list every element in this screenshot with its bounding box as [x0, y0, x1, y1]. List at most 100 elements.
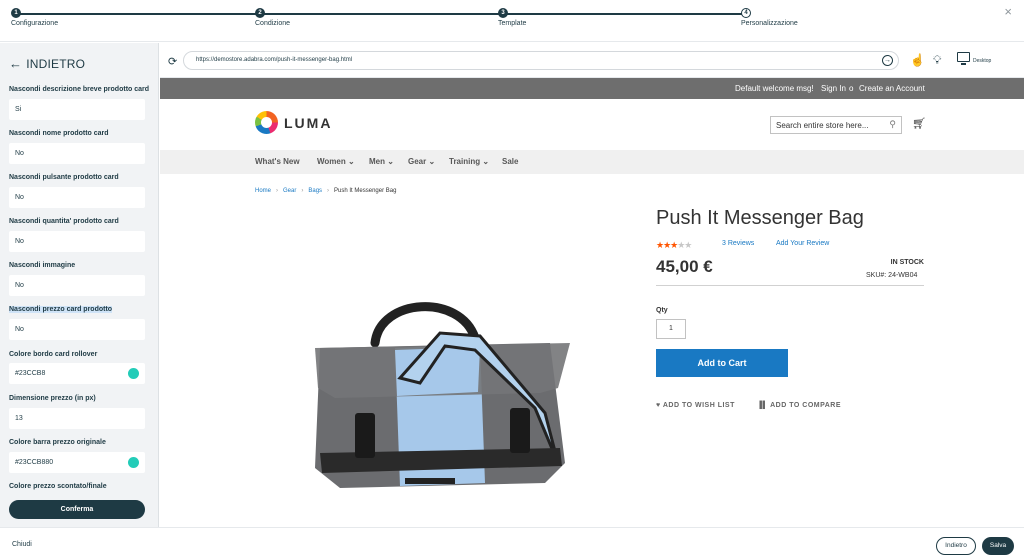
sign-in-link[interactable]: Sign In — [821, 84, 846, 93]
chevron-down-icon: ⌄ — [482, 157, 490, 166]
color-swatch[interactable] — [128, 457, 139, 468]
luma-logo[interactable]: LUMA — [255, 111, 332, 134]
step-label: Configurazione — [11, 20, 59, 27]
field-label: Colore prezzo scontato/finale — [9, 483, 107, 490]
lightbulb-icon[interactable]: 💡︎ — [933, 53, 941, 68]
step-configurazione[interactable]: 1 Configurazione — [11, 8, 58, 27]
step-personalizzazione[interactable]: 4 Personalizzazione — [741, 8, 798, 27]
breadcrumb: Home › Gear › Bags › Push It Messenger Bag — [255, 188, 397, 194]
nav-item-men[interactable]: Men ⌄ — [369, 157, 394, 166]
field-label-selected: Nascondi prezzo card prodotto — [9, 306, 113, 313]
step-label: Personalizzazione — [741, 20, 798, 27]
step-number: 2 — [255, 8, 265, 18]
field-label: Nascondi immagine — [9, 262, 76, 269]
nav-item-sale[interactable]: Sale — [502, 157, 518, 166]
nav-item-women[interactable]: Women ⌄ — [317, 157, 355, 166]
add-to-cart-button[interactable]: Add to Cart — [656, 349, 788, 377]
stepper-line — [16, 13, 746, 15]
select-hide-short-description[interactable]: Si — [9, 99, 145, 120]
monitor-icon — [957, 52, 970, 65]
device-desktop-toggle[interactable]: Desktop — [957, 52, 992, 65]
wizard-footer: Chiudi Indietro Salva — [0, 527, 1024, 560]
heart-icon: ♥ — [656, 402, 661, 409]
luma-logo-icon — [255, 111, 278, 134]
url-field[interactable]: https://demostore.adabra.com/push-it-mes… — [183, 51, 899, 70]
color-input-border-rollover[interactable]: #23CCB8 — [9, 363, 145, 384]
qty-input[interactable]: 1 — [656, 319, 686, 339]
search-icon[interactable]: ⚲ — [889, 119, 896, 130]
breadcrumb-gear[interactable]: Gear — [283, 188, 296, 194]
select-hide-quantity[interactable]: No — [9, 231, 145, 252]
step-template[interactable]: 3 Template — [498, 8, 526, 27]
product-price: 45,00 € — [656, 257, 713, 276]
step-label: Template — [498, 20, 527, 27]
settings-sidebar: ← INDIETRO Nascondi descrizione breve pr… — [0, 43, 159, 527]
wizard-stepper: 1 Configurazione 2 Condizione 3 Template… — [0, 0, 1024, 42]
logo-text: LUMA — [284, 114, 333, 131]
back-link[interactable]: ← INDIETRO — [9, 56, 85, 71]
field-label: Colore bordo card rollover — [9, 351, 98, 358]
step-condizione[interactable]: 2 Condizione — [255, 8, 290, 27]
select-hide-image[interactable]: No — [9, 275, 145, 296]
back-button[interactable]: Indietro — [936, 537, 976, 555]
add-review-link[interactable]: Add Your Review — [776, 240, 829, 247]
color-value: #23CCB880 — [15, 459, 54, 466]
nav-item-training[interactable]: Training ⌄ — [449, 157, 489, 166]
confirm-button[interactable]: Conferma — [9, 500, 145, 519]
store-top-bar: Default welcome msg! Sign In o Create an… — [160, 78, 1024, 99]
nav-item-whats-new[interactable]: What's New — [255, 157, 300, 166]
field-label: Nascondi nome prodotto card — [9, 130, 109, 137]
chevron-down-icon: ⌄ — [428, 157, 436, 166]
select-hide-price[interactable]: No — [9, 319, 145, 340]
add-to-compare-link[interactable]: ▐▌ ADD TO COMPARE — [757, 402, 841, 409]
chevron-down-icon: ⌄ — [347, 157, 355, 166]
welcome-message: Default welcome msg! — [735, 84, 814, 93]
store-nav: What's New Women ⌄ Men ⌄ Gear ⌄ Training… — [160, 150, 1024, 174]
field-label: Nascondi descrizione breve prodotto card — [9, 86, 150, 93]
search-placeholder: Search entire store here... — [776, 121, 869, 130]
select-hide-product-name[interactable]: No — [9, 143, 145, 164]
cart-icon[interactable]: 🛒︎ — [912, 117, 926, 130]
reload-icon[interactable]: ⟳ — [168, 55, 177, 68]
close-link[interactable]: Chiudi — [12, 541, 32, 548]
save-button[interactable]: Salva — [982, 537, 1014, 555]
nav-item-gear[interactable]: Gear ⌄ — [408, 157, 435, 166]
chevron-down-icon: ⌄ — [387, 157, 394, 166]
create-account-link[interactable]: Create an Account — [859, 84, 925, 93]
breadcrumb-bags[interactable]: Bags — [308, 188, 322, 194]
back-label: INDIETRO — [26, 56, 86, 71]
input-price-size[interactable]: 13 — [9, 408, 145, 429]
select-hide-product-button[interactable]: No — [9, 187, 145, 208]
stock-status: IN STOCK — [890, 259, 924, 266]
field-label: Dimensione prezzo (in px) — [9, 395, 96, 402]
rating-stars: ★★★★★ — [656, 240, 692, 250]
field-label: Colore barra prezzo originale — [9, 439, 106, 446]
close-icon[interactable]: × — [1004, 4, 1012, 19]
step-label: Condizione — [255, 20, 291, 27]
store-preview: Default welcome msg! Sign In o Create an… — [160, 78, 1024, 527]
pointer-hand-icon[interactable]: ☝ — [910, 53, 925, 67]
preview-toolbar: ⟳ https://demostore.adabra.com/push-it-m… — [160, 43, 1024, 78]
breadcrumb-home[interactable]: Home — [255, 188, 271, 194]
separator: o — [849, 84, 854, 93]
device-label: Desktop — [973, 58, 992, 64]
step-number: 3 — [498, 8, 508, 18]
product-image[interactable] — [300, 288, 600, 503]
color-value: #23CCB8 — [15, 370, 46, 377]
step-number: 1 — [11, 8, 21, 18]
breadcrumb-current: Push It Messenger Bag — [334, 188, 397, 194]
divider — [656, 285, 924, 286]
qty-label: Qty — [656, 307, 668, 314]
arrow-left-icon: ← — [9, 56, 23, 71]
color-swatch[interactable] — [128, 368, 139, 379]
step-number: 4 — [741, 8, 751, 18]
product-sku: SKU#: 24-WB04 — [866, 272, 918, 279]
go-arrow-icon[interactable]: → — [882, 55, 893, 66]
field-label: Nascondi quantita' prodotto card — [9, 218, 119, 225]
product-title: Push It Messenger Bag — [656, 207, 864, 229]
color-input-original-price-bar[interactable]: #23CCB880 — [9, 452, 145, 473]
add-to-wishlist-link[interactable]: ♥ ADD TO WISH LIST — [656, 402, 735, 409]
store-search-input[interactable]: Search entire store here... ⚲ — [770, 116, 902, 134]
reviews-link[interactable]: 3 Reviews — [722, 240, 754, 247]
compare-bars-icon: ▐▌ — [757, 402, 768, 409]
